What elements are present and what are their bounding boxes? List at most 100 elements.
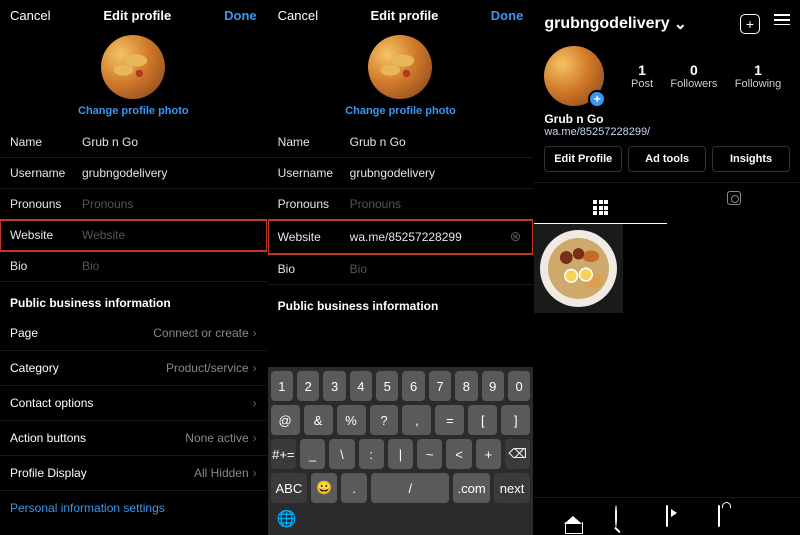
add-story-badge[interactable]: + <box>588 90 606 108</box>
nav-search[interactable] <box>615 506 617 527</box>
username-input[interactable]: grubngodelivery <box>350 166 524 180</box>
name-label: Name <box>10 135 82 149</box>
key-+[interactable]: + <box>476 439 501 469</box>
key-[[interactable]: [ <box>468 405 497 435</box>
key-|[interactable]: | <box>388 439 413 469</box>
name-input[interactable]: Grub n Go <box>82 135 257 149</box>
website-label: Website <box>10 228 82 242</box>
key-😀[interactable]: 😀 <box>311 473 337 503</box>
chevron-right-icon: › <box>253 466 257 480</box>
username-input[interactable]: grubngodelivery <box>82 166 257 180</box>
change-photo-link[interactable]: Change profile photo <box>78 105 189 117</box>
profile-photo[interactable] <box>368 35 432 99</box>
key-][interactable]: ] <box>501 405 530 435</box>
cancel-button[interactable]: Cancel <box>10 8 50 23</box>
action-buttons-option[interactable]: Action buttonsNone active› <box>0 421 267 456</box>
website-input[interactable]: Website <box>82 228 257 242</box>
grid-icon <box>593 200 608 215</box>
key-9[interactable]: 9 <box>482 371 504 401</box>
category-option[interactable]: CategoryProduct/service› <box>0 351 267 386</box>
cancel-button[interactable]: Cancel <box>278 8 318 23</box>
key-6[interactable]: 6 <box>402 371 424 401</box>
globe-icon[interactable]: 🌐 <box>277 509 297 529</box>
edit-profile-filled: Cancel Edit profile Done Change profile … <box>267 0 534 535</box>
key-\[interactable]: \ <box>329 439 354 469</box>
username-label: Username <box>10 166 82 180</box>
key-@[interactable]: @ <box>271 405 300 435</box>
nav-shop[interactable] <box>718 506 720 527</box>
key-_[interactable]: _ <box>300 439 325 469</box>
key-&[interactable]: & <box>304 405 333 435</box>
done-button[interactable]: Done <box>224 8 257 23</box>
key-4[interactable]: 4 <box>350 371 372 401</box>
username-dropdown[interactable]: grubngodelivery⌄ <box>544 14 687 34</box>
business-section-heading: Public business information <box>0 282 267 316</box>
key-.com[interactable]: .com <box>453 473 489 503</box>
page-option[interactable]: PageConnect or create› <box>0 316 267 351</box>
clear-icon[interactable]: ⊗ <box>508 228 524 245</box>
username-label: Username <box>278 166 350 180</box>
post-thumbnail[interactable] <box>534 224 623 313</box>
tab-grid[interactable] <box>534 183 667 224</box>
key-#+=[interactable]: #+= <box>271 439 296 469</box>
stat-following[interactable]: 1Following <box>735 62 781 90</box>
done-button[interactable]: Done <box>491 8 524 23</box>
bio-label: Bio <box>10 259 82 273</box>
contact-option[interactable]: Contact options› <box>0 386 267 421</box>
key-%[interactable]: % <box>337 405 366 435</box>
key-2[interactable]: 2 <box>297 371 319 401</box>
page-title: Edit profile <box>103 8 171 23</box>
chevron-right-icon: › <box>253 326 257 340</box>
key-:[interactable]: : <box>359 439 384 469</box>
search-icon <box>615 505 617 527</box>
name-label: Name <box>278 135 350 149</box>
website-input[interactable]: wa.me/85257228299 <box>350 230 508 244</box>
personal-info-link[interactable]: Personal information settings <box>0 491 267 525</box>
pronouns-input[interactable]: Pronouns <box>350 197 524 211</box>
menu-icon[interactable] <box>774 14 790 34</box>
key-8[interactable]: 8 <box>455 371 477 401</box>
bio-input[interactable]: Bio <box>82 259 257 273</box>
key-3[interactable]: 3 <box>323 371 345 401</box>
reels-icon <box>666 505 668 527</box>
profile-photo[interactable] <box>101 35 165 99</box>
key-⌫[interactable]: ⌫ <box>505 439 530 469</box>
chevron-right-icon: › <box>253 431 257 445</box>
bio-label: Bio <box>278 262 350 276</box>
avatar[interactable]: + <box>544 46 604 106</box>
page-title: Edit profile <box>371 8 439 23</box>
key-,[interactable]: , <box>402 405 431 435</box>
edit-profile-button[interactable]: Edit Profile <box>544 146 622 172</box>
key-.[interactable]: . <box>341 473 367 503</box>
stat-followers[interactable]: 0Followers <box>670 62 717 90</box>
name-input[interactable]: Grub n Go <box>350 135 524 149</box>
nav-reels[interactable] <box>666 506 668 527</box>
website-label: Website <box>278 230 350 244</box>
key-?[interactable]: ? <box>370 405 399 435</box>
key-5[interactable]: 5 <box>376 371 398 401</box>
change-photo-link[interactable]: Change profile photo <box>345 105 456 117</box>
key-=[interactable]: = <box>435 405 464 435</box>
create-icon[interactable]: + <box>740 14 760 34</box>
key-ABC[interactable]: ABC <box>271 473 307 503</box>
keyboard: 1234567890 @&%?,=[] #+=_\:|~<+⌫ ABC😀./.c… <box>268 367 534 535</box>
pronouns-input[interactable]: Pronouns <box>82 197 257 211</box>
bio-input[interactable]: Bio <box>350 262 524 276</box>
pronouns-label: Pronouns <box>10 197 82 211</box>
chevron-right-icon: › <box>253 396 257 410</box>
shop-icon <box>718 505 720 527</box>
key-/[interactable]: / <box>371 473 449 503</box>
key-next[interactable]: next <box>494 473 530 503</box>
profile-display-option[interactable]: Profile DisplayAll Hidden› <box>0 456 267 491</box>
bio-link[interactable]: wa.me/85257228299/ <box>544 126 790 138</box>
tagged-icon <box>727 191 741 205</box>
key-0[interactable]: 0 <box>508 371 530 401</box>
key-<[interactable]: < <box>446 439 471 469</box>
ad-tools-button[interactable]: Ad tools <box>628 146 706 172</box>
key-~[interactable]: ~ <box>417 439 442 469</box>
key-1[interactable]: 1 <box>271 371 293 401</box>
tab-tagged[interactable] <box>667 183 800 224</box>
stat-posts[interactable]: 1Post <box>631 62 653 90</box>
key-7[interactable]: 7 <box>429 371 451 401</box>
insights-button[interactable]: Insights <box>712 146 790 172</box>
